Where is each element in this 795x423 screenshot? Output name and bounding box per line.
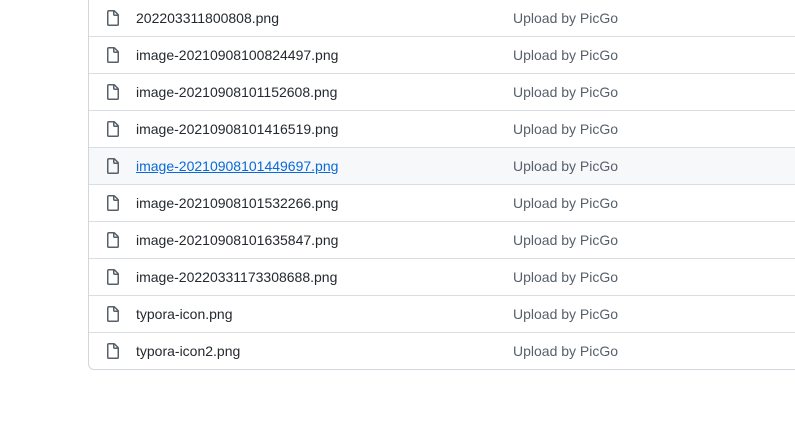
file-name-link[interactable]: image-20210908101532266.png (136, 185, 338, 221)
file-row[interactable]: typora-icon2.png Upload by PicGo (89, 332, 795, 369)
commit-message-link[interactable]: Upload by PicGo (513, 74, 618, 110)
file-icon (105, 343, 121, 359)
commit-message-link[interactable]: Upload by PicGo (513, 37, 618, 73)
file-name-link[interactable]: typora-icon.png (136, 296, 233, 332)
file-row[interactable]: image-20210908101416519.png Upload by Pi… (89, 110, 795, 147)
file-row[interactable]: image-20210908101449697.png Upload by Pi… (89, 147, 795, 184)
file-row[interactable]: 202203311800808.png Upload by PicGo (89, 0, 795, 36)
file-row[interactable]: image-20210908101635847.png Upload by Pi… (89, 221, 795, 258)
file-row[interactable]: image-20210908101152608.png Upload by Pi… (89, 73, 795, 110)
commit-message-link[interactable]: Upload by PicGo (513, 296, 618, 332)
file-icon (105, 232, 121, 248)
file-name-link[interactable]: image-20210908101152608.png (136, 74, 337, 110)
file-row[interactable]: image-20210908101532266.png Upload by Pi… (89, 184, 795, 221)
commit-message-link[interactable]: Upload by PicGo (513, 333, 618, 369)
file-icon (105, 195, 121, 211)
file-name-link[interactable]: image-20210908101416519.png (136, 111, 338, 147)
file-name-link[interactable]: 202203311800808.png (136, 0, 279, 36)
file-icon (105, 306, 121, 322)
file-icon (105, 84, 121, 100)
commit-message-link[interactable]: Upload by PicGo (513, 111, 618, 147)
file-name-link[interactable]: image-20210908101449697.png (136, 148, 338, 184)
commit-message-link[interactable]: Upload by PicGo (513, 185, 618, 221)
file-name-link[interactable]: image-20220331173308688.png (136, 259, 337, 295)
file-name-link[interactable]: typora-icon2.png (136, 333, 240, 369)
file-name-link[interactable]: image-20210908101635847.png (136, 222, 338, 258)
file-icon (105, 10, 121, 26)
commit-message-link[interactable]: Upload by PicGo (513, 259, 618, 295)
file-name-link[interactable]: image-20210908100824497.png (136, 37, 338, 73)
commit-message-link[interactable]: Upload by PicGo (513, 222, 618, 258)
file-icon (105, 121, 121, 137)
file-row[interactable]: image-20210908100824497.png Upload by Pi… (89, 36, 795, 73)
commit-message-link[interactable]: Upload by PicGo (513, 0, 618, 36)
file-list: 202203311800808.png Upload by PicGo imag… (88, 0, 795, 370)
file-row[interactable]: typora-icon.png Upload by PicGo (89, 295, 795, 332)
file-icon (105, 269, 121, 285)
file-icon (105, 158, 121, 174)
commit-message-link[interactable]: Upload by PicGo (513, 148, 618, 184)
file-row[interactable]: image-20220331173308688.png Upload by Pi… (89, 258, 795, 295)
file-icon (105, 47, 121, 63)
